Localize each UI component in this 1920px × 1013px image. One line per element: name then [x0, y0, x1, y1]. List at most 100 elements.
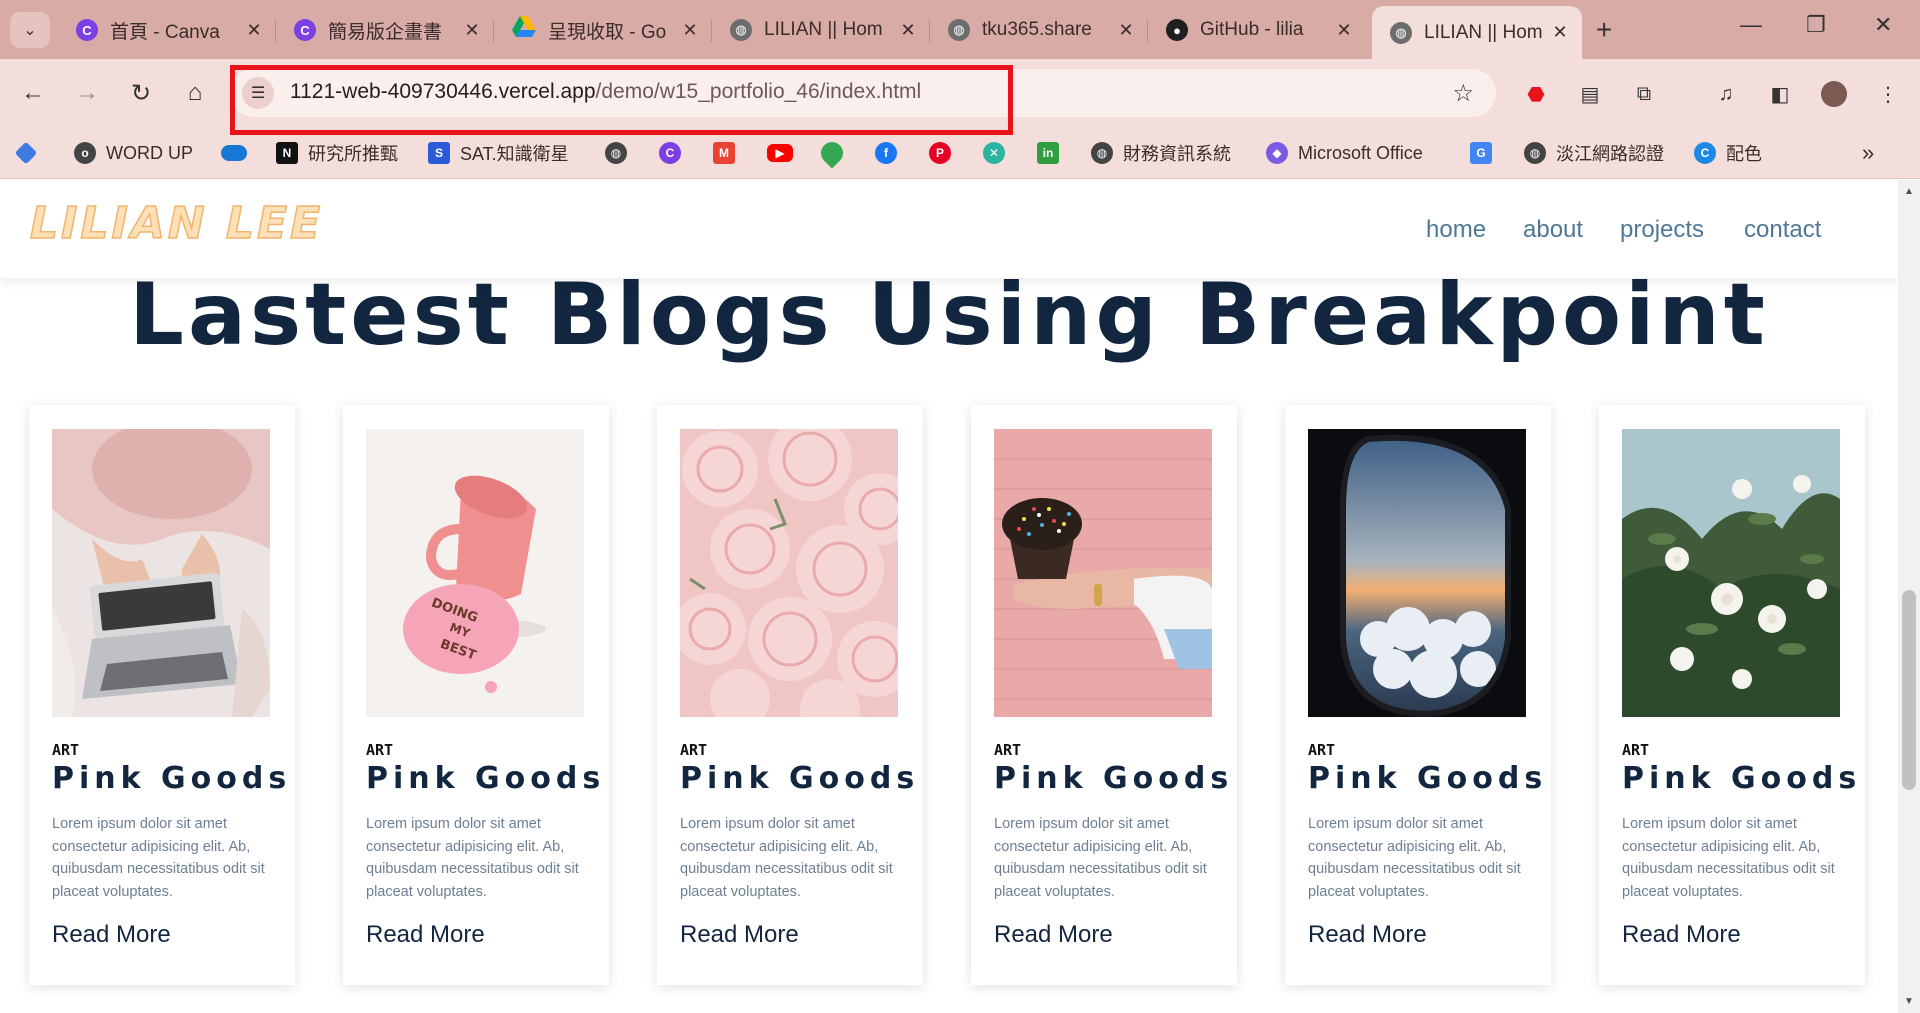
read-more-link[interactable]: Read More — [52, 921, 171, 949]
new-tab-button[interactable]: + — [1596, 14, 1612, 46]
home-button[interactable]: ⌂ — [178, 76, 212, 110]
close-icon[interactable]: ✕ — [462, 20, 482, 41]
bookmark-onedrive[interactable] — [221, 139, 247, 167]
tab-5[interactable]: ● GitHub - lilia ✕ — [1148, 8, 1366, 52]
nav-home[interactable]: home — [1426, 216, 1486, 244]
bookmarks-overflow-button[interactable]: » — [1862, 139, 1874, 167]
maps-icon — [816, 137, 848, 169]
nav-about[interactable]: about — [1523, 216, 1583, 244]
card-title: Pink Goods — [52, 761, 292, 796]
menu-button[interactable]: ⋮ — [1874, 81, 1902, 107]
back-button[interactable]: ← — [16, 76, 50, 110]
carnations-image — [680, 429, 898, 717]
bookmark-maps[interactable] — [816, 137, 848, 169]
card-text: Lorem ipsum dolor sit amet consectetur a… — [52, 816, 265, 900]
close-icon[interactable]: ✕ — [1116, 20, 1136, 41]
nav-contact[interactable]: contact — [1744, 216, 1821, 244]
bookmark-color[interactable]: C 配色 — [1694, 139, 1762, 167]
restore-button[interactable]: ❐ — [1806, 12, 1826, 38]
chevron-down-icon: ⌄ — [23, 22, 37, 39]
canva-icon: C — [76, 19, 98, 41]
bookmark-label: SAT.知識衛星 — [460, 144, 569, 164]
card-text: Lorem ipsum dolor sit amet consectetur a… — [680, 816, 893, 900]
card-category: ART — [52, 741, 80, 759]
tab-strip: ⌄ C 首頁 - Canva ✕ C 簡易版企畫書 ✕ 呈現收取 - Go ✕ … — [0, 0, 1920, 59]
close-icon: ✕ — [1874, 12, 1893, 37]
bookmark-word-up[interactable]: o WORD UP — [74, 139, 193, 167]
read-more-link[interactable]: Read More — [366, 921, 485, 949]
bookmark-0[interactable] — [14, 139, 38, 167]
pink-cup-image: DOING MY BEST — [366, 429, 584, 717]
tab-3[interactable]: ◍ LILIAN || Hom ✕ — [712, 8, 930, 52]
bookmark-pinterest[interactable]: P — [929, 139, 951, 167]
tab-title: GitHub - lilia — [1200, 19, 1304, 40]
forward-button[interactable]: → — [70, 76, 104, 110]
bookmark-office[interactable]: ◆ Microsoft Office — [1266, 139, 1423, 167]
reader-extension-button[interactable]: ▤ — [1576, 81, 1604, 107]
bookmark-tku-auth[interactable]: ◍ 淡江網路認證 — [1524, 139, 1664, 167]
bookmark-gmail[interactable]: M — [713, 139, 735, 167]
bookmark-label: 淡江網路認證 — [1556, 144, 1664, 164]
blog-card: ART Pink Goods Lorem ipsum dolor sit ame… — [1285, 405, 1551, 985]
bookmark-translate[interactable]: G — [1470, 139, 1492, 167]
bookmark-star-button[interactable]: ☆ — [1452, 79, 1474, 108]
read-more-link[interactable]: Read More — [1308, 921, 1427, 949]
close-icon[interactable]: ✕ — [898, 20, 918, 41]
blog-card: DOING MY BEST ART Pink Goods Lorem ipsum… — [343, 405, 609, 985]
document-icon: ▤ — [1580, 83, 1600, 106]
canva-icon: C — [294, 19, 316, 41]
scrollbar-thumb[interactable] — [1902, 590, 1916, 790]
read-more-link[interactable]: Read More — [994, 921, 1113, 949]
site-header: LILIAN LEE home about projects contact — [0, 180, 1898, 278]
youtube-icon: ▶ — [767, 144, 793, 162]
stop-hand-icon: ⬣ — [1527, 83, 1545, 106]
profile-button[interactable] — [1820, 81, 1848, 107]
media-control-button[interactable]: ♫ — [1712, 81, 1740, 107]
bookmark-facebook[interactable]: f — [875, 139, 897, 167]
tab-title: 簡易版企畫書 — [328, 21, 443, 43]
bookmark-tool[interactable]: ✕ — [983, 139, 1005, 167]
close-icon[interactable]: ✕ — [1334, 20, 1354, 41]
bookmark-globe[interactable]: ◍ — [605, 139, 627, 167]
tab-6-active[interactable]: ◍ LILIAN || Hom ✕ — [1372, 6, 1582, 59]
side-panel-button[interactable]: ◧ — [1766, 81, 1794, 107]
tab-2[interactable]: 呈現收取 - Go ✕ — [494, 8, 712, 52]
bookmark-finance[interactable]: ◍ 財務資訊系統 — [1091, 139, 1231, 167]
extensions-button[interactable]: ⧉ — [1630, 81, 1658, 107]
close-icon[interactable]: ✕ — [680, 20, 700, 41]
bookmark-in[interactable]: in — [1037, 139, 1059, 167]
card-text: Lorem ipsum dolor sit amet consectetur a… — [994, 816, 1207, 900]
scroll-up-icon[interactable]: ▲ — [1904, 186, 1914, 197]
restore-icon: ❐ — [1806, 12, 1826, 37]
adblock-extension-button[interactable]: ⬣ — [1522, 81, 1550, 107]
card-category: ART — [366, 741, 394, 759]
minimize-button[interactable]: — — [1740, 12, 1762, 38]
tab-0[interactable]: C 首頁 - Canva ✕ — [58, 8, 276, 52]
reload-button[interactable]: ↻ — [124, 76, 158, 110]
bookmark-sat[interactable]: S SAT.知識衛星 — [428, 139, 569, 167]
read-more-link[interactable]: Read More — [680, 921, 799, 949]
bookmark-label: WORD UP — [106, 142, 193, 163]
puzzle-icon: ⧉ — [1636, 82, 1652, 105]
card-title: Pink Goods — [680, 761, 920, 796]
scroll-down-icon[interactable]: ▼ — [1904, 996, 1914, 1007]
bookmark-canva[interactable]: C — [659, 139, 681, 167]
plus-icon: + — [1596, 14, 1613, 45]
close-icon[interactable]: ✕ — [1550, 22, 1570, 43]
card-text: Lorem ipsum dolor sit amet consectetur a… — [366, 816, 579, 900]
read-more-link[interactable]: Read More — [1622, 921, 1741, 949]
close-window-button[interactable]: ✕ — [1874, 12, 1892, 38]
tab-title: tku365.share — [982, 19, 1092, 40]
avatar — [1821, 81, 1847, 107]
card-title: Pink Goods — [1308, 761, 1548, 796]
tab-1[interactable]: C 簡易版企畫書 ✕ — [276, 8, 494, 52]
tab-title: LILIAN || Hom — [1424, 21, 1543, 43]
nav-projects[interactable]: projects — [1620, 216, 1704, 244]
tab-search-button[interactable]: ⌄ — [10, 12, 50, 48]
bookmark-research[interactable]: N 研究所推甄 — [276, 139, 398, 167]
bookmark-youtube[interactable]: ▶ — [767, 139, 793, 167]
close-icon[interactable]: ✕ — [244, 20, 264, 41]
page-scrollbar[interactable]: ▲ ▼ — [1898, 180, 1920, 1013]
site-logo[interactable]: LILIAN LEE — [29, 197, 323, 250]
tab-4[interactable]: ◍ tku365.share ✕ — [930, 8, 1148, 52]
